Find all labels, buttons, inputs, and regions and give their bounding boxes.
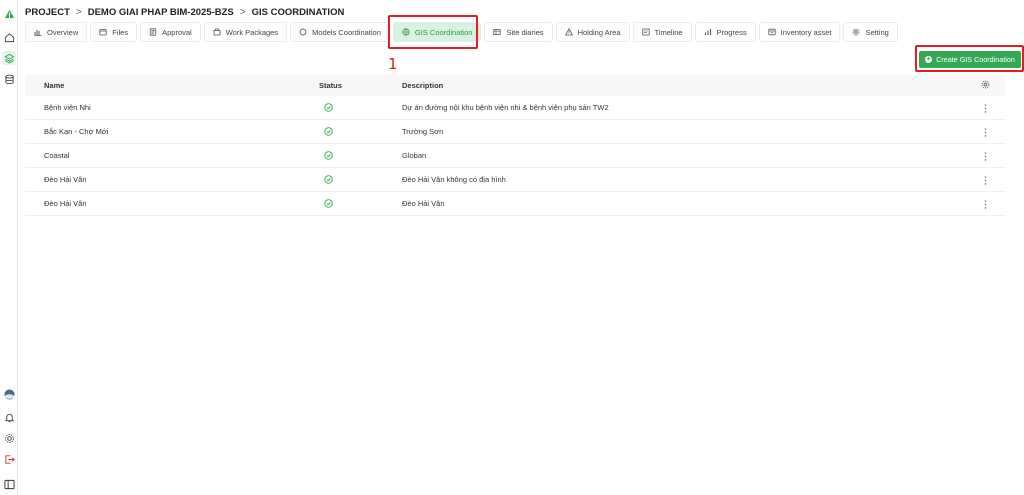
- column-header-status[interactable]: Status: [319, 81, 342, 90]
- page-title: GIS COORDINATION: [251, 6, 345, 18]
- tab-models-coordination[interactable]: Models Coordination: [290, 22, 390, 42]
- tab-work-packages[interactable]: Work Packages: [203, 22, 288, 42]
- column-header-description[interactable]: Description: [402, 81, 443, 90]
- more-actions-icon[interactable]: [984, 200, 987, 209]
- left-rail: [0, 0, 18, 495]
- tab-inventory-asset[interactable]: Inventory asset: [758, 22, 841, 42]
- database-icon[interactable]: [2, 72, 16, 86]
- document-icon: [149, 28, 157, 36]
- status-check-icon: [324, 175, 333, 184]
- more-actions-icon[interactable]: [984, 152, 987, 161]
- table-row[interactable]: Bệnh viện Nhi Dự án đường nội khu bệnh v…: [25, 96, 1005, 120]
- layers-icon[interactable]: [2, 51, 16, 65]
- breadcrumb-item-project-name[interactable]: DEMO GIAI PHAP BIM-2025-BZS: [88, 7, 234, 18]
- tab-setting[interactable]: Setting: [843, 22, 898, 42]
- annotation-number-1: 1: [388, 55, 398, 73]
- gis-coordination-table: Name Status Description Bệnh viện Nhi Dự…: [25, 75, 1005, 216]
- column-header-name[interactable]: Name: [44, 81, 64, 90]
- breadcrumb: PROJECT > DEMO GIAI PHAP BIM-2025-BZS > …: [25, 6, 344, 18]
- bell-icon[interactable]: [2, 410, 16, 424]
- tab-files[interactable]: Files: [90, 22, 138, 42]
- gear-icon: [853, 28, 860, 36]
- row-name: Bệnh viện Nhi: [44, 103, 91, 112]
- warning-icon: [564, 28, 573, 36]
- table-row[interactable]: Đèo Hải Vân Đèo Hải Vân không có địa hìn…: [25, 168, 1005, 192]
- row-name: Đèo Hải Vân: [44, 175, 87, 184]
- row-description: Dự án đường nội khu bệnh viện nhi & bệnh…: [402, 103, 609, 112]
- row-name: Đèo Hải Vân: [44, 199, 87, 208]
- more-actions-icon[interactable]: [984, 104, 987, 113]
- status-check-icon: [324, 151, 333, 160]
- tab-site-diaries[interactable]: Site diaries: [484, 22, 553, 42]
- status-check-icon: [324, 103, 333, 112]
- folder-icon: [99, 29, 107, 36]
- tab-overview[interactable]: Overview: [25, 22, 88, 42]
- home-icon[interactable]: [2, 30, 16, 44]
- diary-icon: [493, 29, 502, 35]
- annotation-box-2: [915, 45, 1024, 72]
- sidebar-toggle-icon[interactable]: [2, 477, 16, 491]
- logout-icon[interactable]: [2, 452, 16, 466]
- row-description: Đèo Hải Vân: [402, 199, 445, 208]
- inventory-icon: [768, 28, 776, 36]
- models-icon: [299, 28, 307, 36]
- table-row[interactable]: Đèo Hải Vân Đèo Hải Vân: [25, 192, 1005, 216]
- row-description: Globan: [402, 151, 427, 160]
- row-name: Bắc Kạn - Chợ Mới: [44, 127, 109, 136]
- avatar[interactable]: [2, 387, 16, 401]
- gear-icon[interactable]: [2, 431, 16, 445]
- row-name: Coastal: [44, 151, 70, 160]
- tab-progress[interactable]: Progress: [694, 22, 756, 42]
- more-actions-icon[interactable]: [984, 176, 987, 185]
- package-icon: [213, 28, 221, 36]
- tab-timeline[interactable]: Timeline: [632, 22, 692, 42]
- breadcrumb-separator: >: [75, 6, 82, 18]
- progress-icon: [704, 29, 711, 35]
- column-settings-icon[interactable]: [980, 80, 990, 91]
- tab-approval[interactable]: Approval: [140, 22, 201, 42]
- table-row[interactable]: Bắc Kạn - Chợ Mới Trường Sơn: [25, 120, 1005, 144]
- status-check-icon: [324, 127, 333, 136]
- app-logo-icon[interactable]: [2, 6, 16, 20]
- more-actions-icon[interactable]: [984, 128, 987, 137]
- status-check-icon: [324, 199, 333, 208]
- annotation-box-1: [388, 15, 478, 49]
- breadcrumb-item-project[interactable]: PROJECT: [25, 7, 70, 18]
- row-description: Trường Sơn: [402, 127, 444, 136]
- bar-chart-icon: [34, 30, 42, 36]
- table-header: Name Status Description: [25, 75, 1005, 96]
- row-description: Đèo Hải Vân không có địa hình: [402, 175, 506, 184]
- timeline-icon: [641, 28, 650, 36]
- table-row[interactable]: Coastal Globan: [25, 144, 1005, 168]
- breadcrumb-separator: >: [239, 6, 246, 18]
- tab-holding-area[interactable]: Holding Area: [555, 22, 630, 42]
